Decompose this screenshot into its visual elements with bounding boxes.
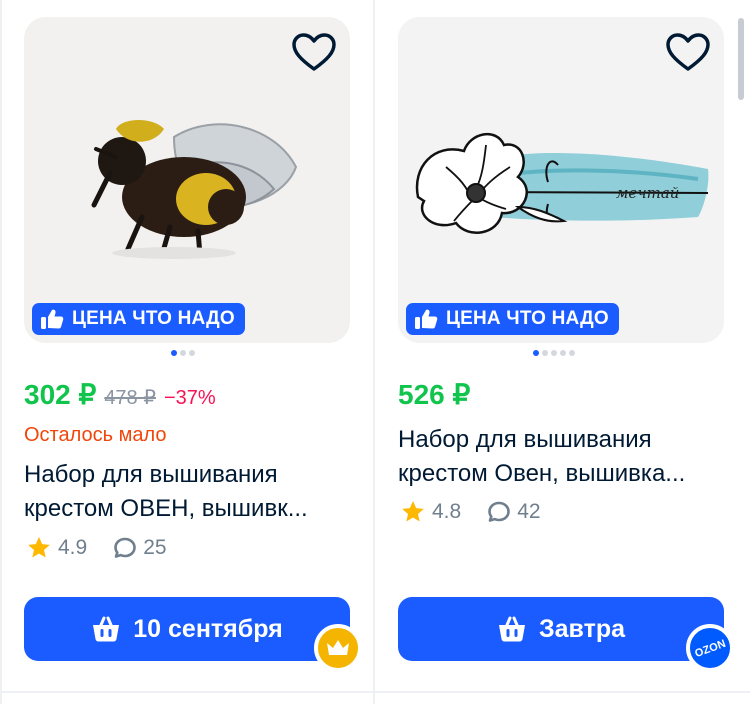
promo-label: ЦЕНА ЧТО НАДО	[72, 308, 235, 329]
current-price: 302 ₽	[24, 379, 97, 410]
star-icon	[28, 536, 50, 558]
ozon-badge-icon: OZON	[686, 624, 734, 672]
photo-pagination-dots	[171, 350, 195, 358]
product-title-line[interactable]: Набор для вышивания	[398, 423, 724, 457]
review-count: 42	[517, 500, 541, 523]
photo-pagination-dots	[533, 350, 575, 358]
product-card[interactable]: ЦЕНА ЧТО НАДО 302 ₽ 478 ₽ −37% Осталось …	[24, 0, 362, 690]
pagination-dot[interactable]	[560, 350, 566, 356]
thumbs-up-icon	[41, 309, 64, 329]
delivery-date-label[interactable]: Завтра	[539, 615, 625, 644]
pagination-dot[interactable]	[180, 350, 186, 356]
comment-bubble-icon	[114, 537, 137, 558]
crown-badge-icon	[314, 624, 362, 672]
pagination-dot[interactable]	[189, 350, 195, 356]
product-title-line[interactable]: крестом Овен, вышивка...	[398, 457, 724, 491]
thumbs-up-icon	[415, 309, 438, 329]
rating-value: 4.9	[58, 536, 88, 559]
ozon-badge-text: OZON	[693, 638, 727, 660]
product-image[interactable]: ЦЕНА ЧТО НАДО	[24, 17, 350, 343]
product-title-line[interactable]: Набор для вышивания	[24, 458, 350, 492]
heart-favorite-icon[interactable]	[290, 29, 338, 77]
scrollbar[interactable]	[738, 18, 744, 100]
star-icon	[402, 500, 424, 522]
ozon-logo: OZON	[693, 638, 727, 660]
review-count: 25	[143, 536, 167, 559]
grid-divider	[0, 0, 2, 704]
add-to-cart-button[interactable]: Завтра	[398, 597, 724, 661]
old-price: 478 ₽	[104, 387, 156, 409]
product-title-line[interactable]: крестом ОВЕН, вышивк...	[24, 492, 350, 526]
promo-badge: ЦЕНА ЧТО НАДО	[32, 303, 245, 335]
delivery-date-label[interactable]: 10 сентября	[133, 615, 282, 644]
pagination-dot[interactable]	[569, 350, 575, 356]
promo-badge: ЦЕНА ЧТО НАДО	[406, 303, 619, 335]
column-divider	[373, 0, 375, 704]
discount-percent: −37%	[163, 387, 216, 409]
crown-icon	[327, 640, 349, 655]
price-row: 526 ₽	[398, 378, 470, 418]
row-divider	[0, 691, 750, 693]
product-card[interactable]: мечтай ЦЕНА ЧТО НАДО 526 ₽ Набор для выш…	[398, 0, 734, 690]
stock-note: Осталось мало	[24, 424, 167, 446]
product-title[interactable]: Набор для вышивания крестом Овен, вышивк…	[398, 423, 724, 491]
rating-value: 4.8	[432, 500, 462, 523]
add-to-cart-button[interactable]: 10 сентября	[24, 597, 350, 661]
pagination-dot[interactable]	[171, 350, 177, 356]
promo-label: ЦЕНА ЧТО НАДО	[446, 308, 609, 329]
price-row: 302 ₽ 478 ₽ −37%	[24, 378, 216, 418]
current-price: 526 ₽	[398, 379, 471, 410]
pagination-dot[interactable]	[542, 350, 548, 356]
pagination-dot[interactable]	[533, 350, 539, 356]
rating-row: 4.9 25	[26, 534, 167, 562]
comment-bubble-icon	[488, 501, 511, 522]
product-title[interactable]: Набор для вышивания крестом ОВЕН, вышивк…	[24, 458, 350, 526]
product-grid: ЦЕНА ЧТО НАДО 302 ₽ 478 ₽ −37% Осталось …	[0, 0, 750, 704]
rating-row: 4.8 42	[400, 498, 541, 526]
embroidery-script-text: мечтай	[616, 184, 679, 202]
basket-icon	[498, 616, 525, 642]
product-image[interactable]: мечтай ЦЕНА ЧТО НАДО	[398, 17, 724, 343]
basket-icon	[93, 616, 120, 642]
heart-favorite-icon[interactable]	[664, 29, 712, 77]
pagination-dot[interactable]	[551, 350, 557, 356]
